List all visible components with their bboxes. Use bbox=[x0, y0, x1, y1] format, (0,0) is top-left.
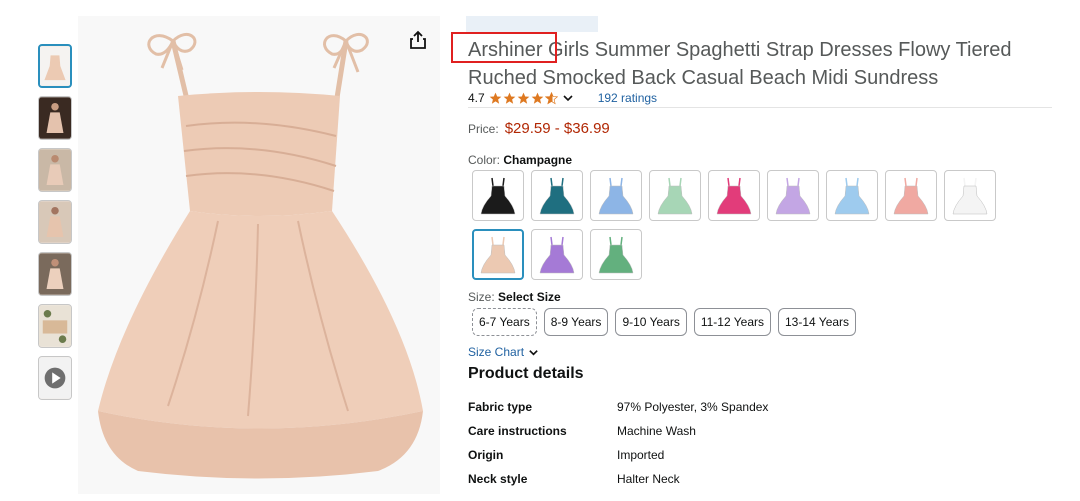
thumbnail-1[interactable] bbox=[38, 44, 72, 88]
dress-swatch-icon bbox=[657, 177, 693, 214]
detail-key: Origin bbox=[468, 448, 504, 462]
star-half-icon bbox=[544, 91, 558, 104]
size-chart-label: Size Chart bbox=[468, 345, 525, 359]
price-label: Price: bbox=[468, 122, 499, 136]
thumbnail-video[interactable] bbox=[38, 356, 72, 400]
star-rating[interactable] bbox=[489, 91, 559, 105]
detail-value: Halter Neck bbox=[617, 472, 680, 486]
size-label-row: Size: Select Size bbox=[468, 290, 561, 304]
product-title: Arshiner Girls Summer Spaghetti Strap Dr… bbox=[468, 36, 1068, 92]
detail-row: Fabric type 97% Polyester, 3% Spandex bbox=[468, 400, 768, 424]
play-video-icon bbox=[39, 357, 71, 399]
detail-row: Neck style Halter Neck bbox=[468, 472, 768, 496]
dress-swatch-icon bbox=[539, 236, 575, 273]
star-icon bbox=[517, 92, 530, 104]
color-swatch-purple-floral[interactable] bbox=[531, 229, 583, 280]
price-row: Price: $29.59 - $36.99 bbox=[468, 120, 610, 137]
detail-row: Origin Imported bbox=[468, 448, 768, 472]
color-swatch-blue-floral[interactable] bbox=[590, 170, 642, 221]
detail-value: 97% Polyester, 3% Spandex bbox=[617, 400, 769, 414]
product-details-table: Fabric type 97% Polyester, 3% Spandex Ca… bbox=[468, 400, 768, 496]
header-fragment bbox=[466, 16, 598, 32]
thumbnail-5[interactable] bbox=[38, 252, 72, 296]
title-text: Girls Summer Spaghetti Strap Dresses Flo… bbox=[468, 39, 1012, 89]
rating-value: 4.7 bbox=[468, 91, 485, 105]
color-label-row: Color: Champagne bbox=[468, 153, 572, 167]
chevron-down-icon[interactable] bbox=[562, 92, 574, 104]
selected-size: Select Size bbox=[498, 290, 561, 304]
dress-swatch-icon bbox=[952, 177, 988, 214]
dress-swatch-icon bbox=[598, 177, 634, 214]
detail-key: Fabric type bbox=[468, 400, 533, 414]
star-icon bbox=[489, 92, 502, 104]
size-option[interactable]: 6-7 Years bbox=[472, 308, 537, 336]
thumbnail-4[interactable] bbox=[38, 200, 72, 244]
dress-swatch-icon bbox=[775, 177, 811, 214]
thumbnail-2[interactable] bbox=[38, 96, 72, 140]
size-option[interactable]: 8-9 Years bbox=[543, 308, 609, 336]
color-swatch-hot-pink[interactable] bbox=[708, 170, 760, 221]
color-swatch-black[interactable] bbox=[472, 170, 524, 221]
color-swatch-white[interactable] bbox=[944, 170, 996, 221]
detail-key: Neck style bbox=[468, 472, 528, 486]
star-icon bbox=[503, 92, 516, 104]
dress-swatch-icon bbox=[834, 177, 870, 214]
size-option[interactable]: 9-10 Years bbox=[615, 308, 687, 336]
size-option[interactable]: 13-14 Years bbox=[778, 308, 857, 336]
divider bbox=[468, 107, 1052, 108]
main-product-image[interactable] bbox=[78, 16, 440, 494]
product-details-heading: Product details bbox=[468, 365, 584, 382]
detail-key: Care instructions bbox=[468, 424, 567, 438]
size-label: Size: bbox=[468, 290, 495, 304]
ratings-count-link[interactable]: 192 ratings bbox=[598, 91, 657, 105]
color-swatch-light-blue[interactable] bbox=[826, 170, 878, 221]
thumbnail-6[interactable] bbox=[38, 304, 72, 348]
detail-row: Care instructions Machine Wash bbox=[468, 424, 768, 448]
share-icon[interactable] bbox=[408, 30, 428, 50]
price-range: $29.59 - $36.99 bbox=[504, 120, 610, 137]
dress-swatch-icon bbox=[716, 177, 752, 214]
color-swatch-mint[interactable] bbox=[649, 170, 701, 221]
color-label: Color: bbox=[468, 153, 501, 167]
size-option[interactable]: 11-12 Years bbox=[693, 308, 771, 336]
color-swatches bbox=[472, 170, 1032, 280]
color-swatch-champagne[interactable] bbox=[472, 229, 524, 280]
size-options: 6-7 Years 8-9 Years 9-10 Years 11-12 Yea… bbox=[472, 308, 857, 336]
rating-row: 4.7 192 ratings bbox=[468, 90, 657, 106]
size-chart-link[interactable]: Size Chart bbox=[468, 345, 539, 359]
color-swatch-peach[interactable] bbox=[885, 170, 937, 221]
thumbnail-3[interactable] bbox=[38, 148, 72, 192]
color-swatch-green-floral[interactable] bbox=[590, 229, 642, 280]
detail-value: Imported bbox=[617, 448, 665, 462]
brand-link[interactable]: Arshiner bbox=[468, 39, 542, 61]
color-swatch-teal[interactable] bbox=[531, 170, 583, 221]
dress-swatch-icon bbox=[480, 177, 516, 214]
dress-swatch-icon bbox=[598, 236, 634, 273]
star-icon bbox=[531, 92, 544, 104]
thumbnail-strip bbox=[38, 44, 74, 408]
color-swatch-lavender[interactable] bbox=[767, 170, 819, 221]
detail-value: Machine Wash bbox=[617, 424, 696, 438]
dress-swatch-icon bbox=[480, 236, 516, 273]
dress-swatch-icon bbox=[539, 177, 575, 214]
chevron-down-icon bbox=[529, 349, 538, 356]
selected-color: Champagne bbox=[503, 153, 573, 167]
dress-swatch-icon bbox=[893, 177, 929, 214]
